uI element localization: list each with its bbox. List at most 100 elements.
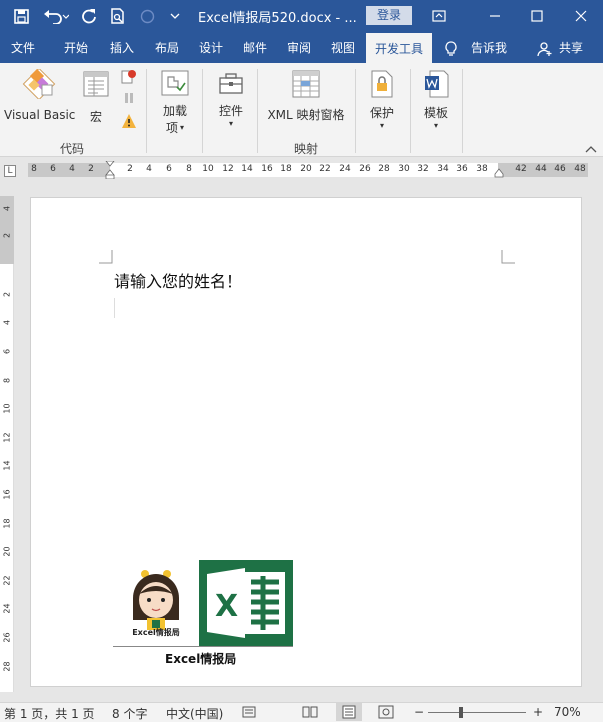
indent-marker-icon[interactable] [105,161,115,179]
addins-icon [161,70,189,96]
tab-home[interactable]: 开始 [54,33,98,63]
web-layout-icon[interactable] [378,705,394,722]
tab-review[interactable]: 审阅 [277,33,321,63]
mascot-caption: Excel情报局 [132,628,180,637]
ruler-number: 6 [2,348,12,355]
ruler-number: 8 [186,164,192,174]
ruler-number: 36 [456,164,468,174]
read-mode-icon[interactable] [302,705,318,722]
tab-layout[interactable]: 布局 [145,33,189,63]
ruler-number: 2 [2,291,12,298]
collapse-ribbon-icon[interactable] [585,143,597,156]
ruler-area: L 8 6 4 2 2 4 6 8 10 12 14 16 18 20 22 2… [0,157,603,184]
redo-icon[interactable] [78,6,100,26]
close-icon[interactable] [569,4,593,28]
visual-basic-button[interactable]: Visual Basic [4,67,75,129]
ruler-number: 26 [359,164,371,174]
lightbulb-icon[interactable] [440,33,462,63]
group-label-code: 代码 [59,142,84,156]
undo-icon[interactable] [42,6,70,26]
ruler-number: 22 [319,164,331,174]
ruler-number: 6 [166,164,172,174]
minimize-icon[interactable] [483,4,507,28]
ribbon-tabs: 文件 开始 插入 布局 设计 邮件 审阅 视图 开发工具 告诉我 共享 [0,33,603,63]
zoom-out-button[interactable]: − [414,705,424,719]
tell-me-box[interactable]: 告诉我 [464,33,514,63]
ruler-number: 28 [378,164,390,174]
template-button[interactable]: 模板 ▾ [416,69,456,139]
word-count[interactable]: 8 个字 [112,705,147,722]
ribbon-options-icon[interactable] [427,4,451,28]
record-macro-icon[interactable] [120,69,138,87]
horizontal-ruler[interactable]: 8 6 4 2 2 4 6 8 10 12 14 16 18 20 22 24 … [28,161,588,179]
ruler-number: 10 [202,164,214,174]
ruler-number: 16 [2,489,12,500]
tab-mailings[interactable]: 邮件 [233,33,277,63]
ruler-number: 38 [476,164,488,174]
controls-label: 控件 [218,104,243,118]
macro-button[interactable]: 宏 [80,69,112,129]
ribbon-separator [146,69,147,153]
zoom-slider-track[interactable] [428,712,526,713]
language-indicator[interactable]: 中文(中国) [166,705,223,722]
window-title: Excel情报局520.docx - ... [198,11,357,26]
xml-mapping-pane-button[interactable]: XML 映射窗格 [264,69,348,129]
vertical-ruler[interactable]: 4 2 2 4 6 8 10 12 14 16 18 20 22 24 26 2… [0,196,14,692]
ribbon-developer: Visual Basic 宏 代码 加载 项 ▾ 控件 ▾ XML 映射窗格 映… [0,63,603,157]
visual-basic-icon [22,67,56,101]
zoom-in-button[interactable]: + [533,705,543,719]
ruler-number: 46 [554,164,566,174]
excel-logo-icon: X [199,560,293,646]
save-icon[interactable] [10,6,32,26]
zoom-slider-thumb[interactable] [458,707,463,718]
ruler-number: 20 [300,164,312,174]
accessibility-icon[interactable] [242,705,256,722]
logo-underline [113,646,293,647]
ruler-number: 4 [2,319,12,326]
print-layout-icon[interactable] [336,703,362,721]
addins-button[interactable]: 加载 项 ▾ [154,69,196,139]
ribbon-separator [410,69,411,153]
ruler-number: 22 [2,575,12,586]
controls-toolbox-icon [219,73,243,94]
pause-recording-icon[interactable] [120,90,138,108]
macro-security-icon[interactable] [120,113,138,131]
document-page[interactable]: 请输入您的姓名！ Excel情报局 X Excel情报局 [30,197,582,687]
excel-logo-image[interactable]: Excel情报局 X Excel情报局 [113,560,293,670]
print-preview-icon[interactable] [106,6,128,26]
status-bar: 第 1 页，共 1 页 8 个字 中文(中国) − + 70% [0,702,603,722]
word-template-icon [425,70,449,98]
tab-selector[interactable]: L [4,165,16,177]
customize-icon[interactable] [166,6,184,26]
controls-button[interactable]: 控件 ▾ [210,69,252,139]
document-text[interactable]: 请输入您的姓名！ [114,268,242,292]
ruler-number: 12 [2,432,12,443]
protect-button[interactable]: 保护 ▾ [362,69,402,139]
ruler-number: 18 [280,164,292,174]
tab-design[interactable]: 设计 [189,33,233,63]
ruler-number: 28 [2,661,12,672]
login-button[interactable]: 登录 [366,6,412,25]
ruler-number: 6 [50,164,56,174]
ruler-number: 2 [127,164,133,174]
tab-insert[interactable]: 插入 [100,33,144,63]
ribbon-separator [462,69,463,153]
ruler-number: 42 [515,164,527,174]
tab-developer[interactable]: 开发工具 [366,33,432,63]
zoom-level[interactable]: 70% [554,705,581,719]
group-label-mapping: 映射 [293,142,318,156]
chevron-down-icon: ▾ [379,121,384,130]
touch-mode-icon[interactable] [136,6,158,26]
ruler-number: 10 [2,403,12,414]
protect-document-icon [371,70,393,98]
page-count[interactable]: 第 1 页，共 1 页 [4,705,95,722]
right-indent-marker-icon[interactable] [494,168,504,178]
ruler-number: 2 [88,164,94,174]
ruler-number: 20 [2,546,12,557]
share-button[interactable]: 共享 [555,33,587,63]
share-user-icon[interactable] [536,33,554,63]
tab-view[interactable]: 视图 [321,33,365,63]
ruler-number: 8 [2,377,12,384]
tab-file[interactable]: 文件 [0,33,46,63]
maximize-icon[interactable] [525,4,549,28]
